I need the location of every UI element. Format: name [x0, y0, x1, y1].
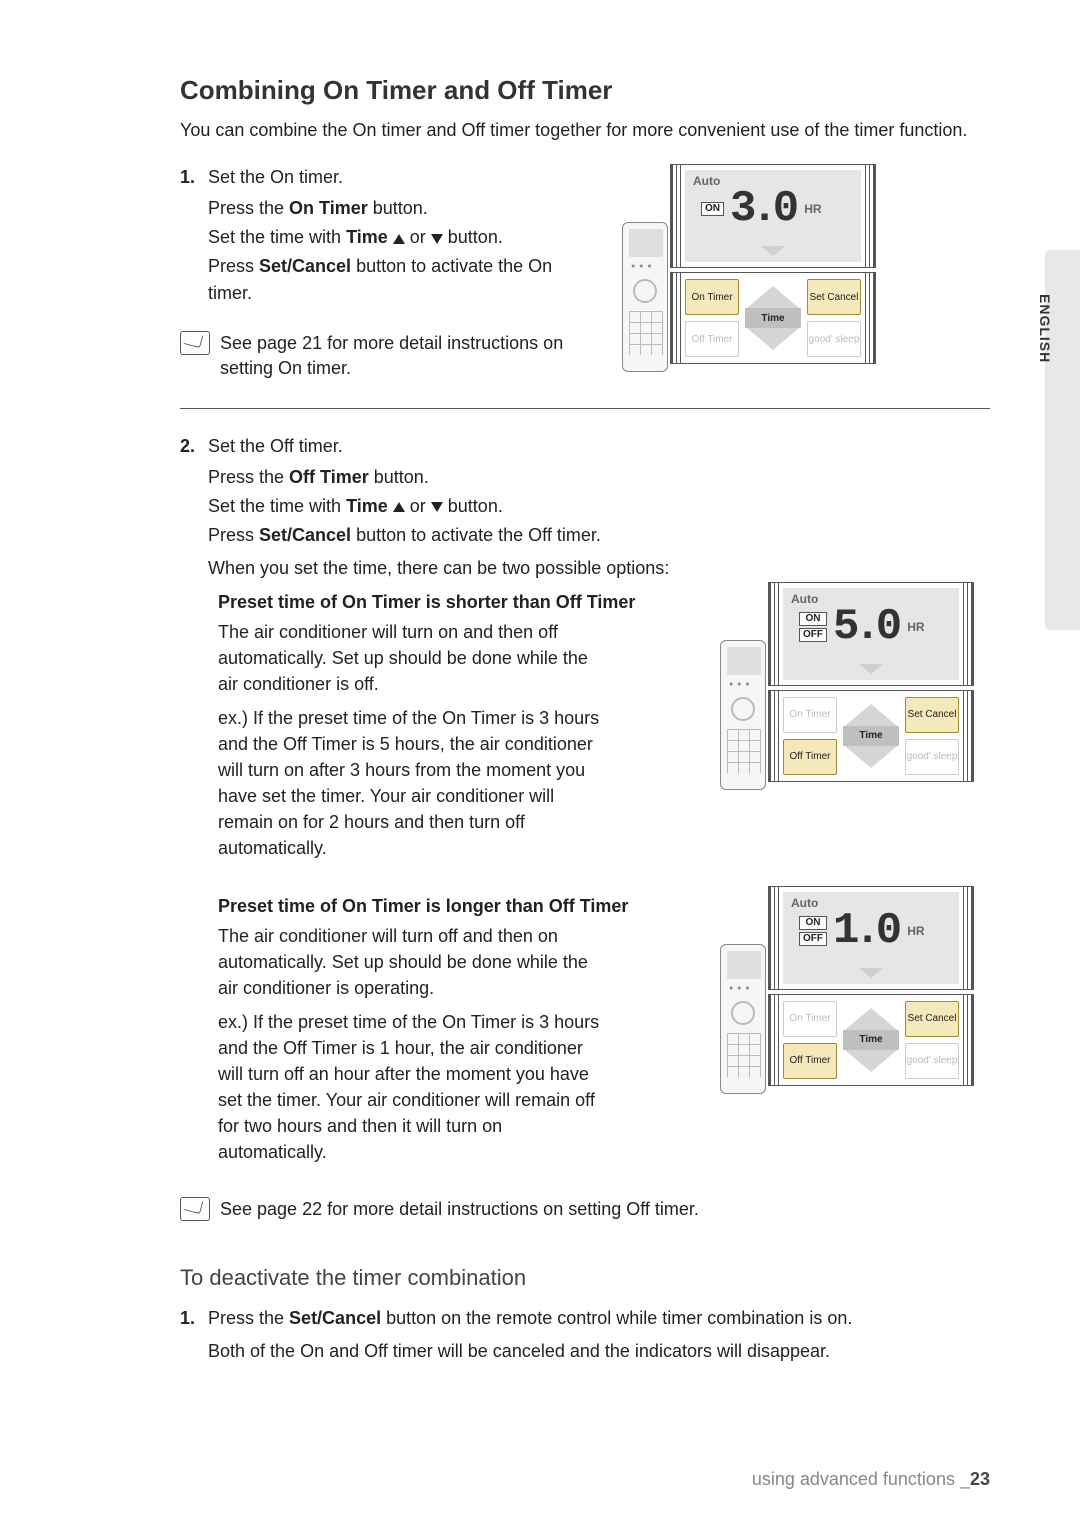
scenario-1-title: Preset time of On Timer is shorter than … [180, 592, 700, 613]
step-1-title: Set the On timer. [208, 164, 600, 191]
set-cancel-button: Set Cancel [905, 697, 959, 733]
hr-label: HR [804, 202, 821, 216]
step-1-body: Press the On Timer button. Set the time … [180, 195, 600, 307]
good-sleep-button: good' sleep [807, 321, 861, 357]
scenario-1-p2: ex.) If the preset time of the On Timer … [180, 705, 600, 862]
time-digits: 3.0 [730, 192, 794, 226]
side-language-label: ENGLISH [1037, 294, 1053, 363]
on-badge: ON [799, 612, 827, 626]
scenario-1-p1: The air conditioner will turn on and the… [180, 619, 600, 697]
set-cancel-button: Set Cancel [807, 279, 861, 315]
deactivate-step-1: 1. Press the Set/Cancel button on the re… [180, 1305, 990, 1332]
diagram-1-display: Auto ON 3.0 HR [670, 164, 876, 268]
intro-text: You can combine the On timer and Off tim… [180, 118, 990, 142]
note-1-text: See page 21 for more detail instructions… [220, 331, 600, 381]
hr-label: HR [907, 924, 924, 938]
scenario-2-p2: ex.) If the preset time of the On Timer … [180, 1009, 600, 1166]
time-digits: 1.0 [833, 914, 897, 948]
note-2-text: See page 22 for more detail instructions… [220, 1197, 699, 1222]
step-2-number: 2. [180, 433, 208, 460]
note-2: See page 22 for more detail instructions… [180, 1197, 990, 1222]
on-badge: ON [701, 202, 724, 216]
hr-label: HR [907, 620, 924, 634]
triangle-down-icon [431, 502, 443, 512]
good-sleep-button: good' sleep [905, 739, 959, 775]
caret-down-icon [859, 968, 883, 978]
auto-label: Auto [791, 896, 818, 910]
section-heading: Combining On Timer and Off Timer [180, 75, 990, 106]
note-icon [180, 331, 210, 355]
caret-down-icon [761, 246, 785, 256]
remote-outline: ● ● ● [720, 944, 766, 1094]
triangle-up-icon [393, 234, 405, 244]
diagram-2-display: Auto ON OFF 5.0 HR [768, 582, 974, 686]
note-icon [180, 1197, 210, 1221]
on-badge: ON [799, 916, 827, 930]
diagram-3-display: Auto ON OFF 1.0 HR [768, 886, 974, 990]
off-badge: OFF [799, 628, 827, 642]
time-rocker: Time [843, 1001, 899, 1079]
deactivate-result: Both of the On and Off timer will be can… [180, 1338, 990, 1365]
off-timer-button: Off Timer [783, 1043, 837, 1079]
auto-label: Auto [791, 592, 818, 606]
off-timer-button: Off Timer [685, 321, 739, 357]
on-timer-button: On Timer [783, 697, 837, 733]
on-timer-button: On Timer [685, 279, 739, 315]
page-footer: using advanced functions _23 [752, 1469, 990, 1490]
diagram-1-panel: On Timer Time Set Cancel Off Timer good'… [670, 272, 876, 364]
set-cancel-button: Set Cancel [905, 1001, 959, 1037]
good-sleep-button: good' sleep [905, 1043, 959, 1079]
off-badge: OFF [799, 932, 827, 946]
diagram-2: ● ● ● Auto ON OFF 5.0 HR [720, 582, 990, 792]
diagram-3: ● ● ● Auto ON OFF 1.0 HR [720, 886, 990, 1096]
side-language-tab: ENGLISH [1045, 250, 1080, 630]
time-digits: 5.0 [833, 610, 897, 644]
off-timer-button: Off Timer [783, 739, 837, 775]
options-lead: When you set the time, there can be two … [180, 555, 990, 582]
note-1: See page 21 for more detail instructions… [180, 331, 600, 381]
diagram-2-panel: On Timer Time Set Cancel Off Timer good'… [768, 690, 974, 782]
time-rocker: Time [745, 279, 801, 357]
triangle-down-icon [431, 234, 443, 244]
caret-down-icon [859, 664, 883, 674]
triangle-up-icon [393, 502, 405, 512]
step-2-title: Set the Off timer. [208, 433, 990, 460]
step-2-body: Press the Off Timer button. Set the time… [180, 464, 990, 549]
deactivate-heading: To deactivate the timer combination [180, 1265, 990, 1291]
step-2: 2. Set the Off timer. [180, 433, 990, 460]
step-1-number: 1. [180, 164, 208, 191]
time-rocker: Time [843, 697, 899, 775]
step-1: 1. Set the On timer. [180, 164, 600, 191]
auto-label: Auto [693, 174, 720, 188]
remote-outline: ● ● ● [622, 222, 668, 372]
scenario-2-p1: The air conditioner will turn off and th… [180, 923, 600, 1001]
remote-outline: ● ● ● [720, 640, 766, 790]
scenario-2-title: Preset time of On Timer is longer than O… [180, 896, 700, 917]
diagram-1: ● ● ● Auto ON 3.0 HR [622, 164, 892, 374]
diagram-3-panel: On Timer Time Set Cancel Off Timer good'… [768, 994, 974, 1086]
divider [180, 408, 990, 409]
on-timer-button: On Timer [783, 1001, 837, 1037]
